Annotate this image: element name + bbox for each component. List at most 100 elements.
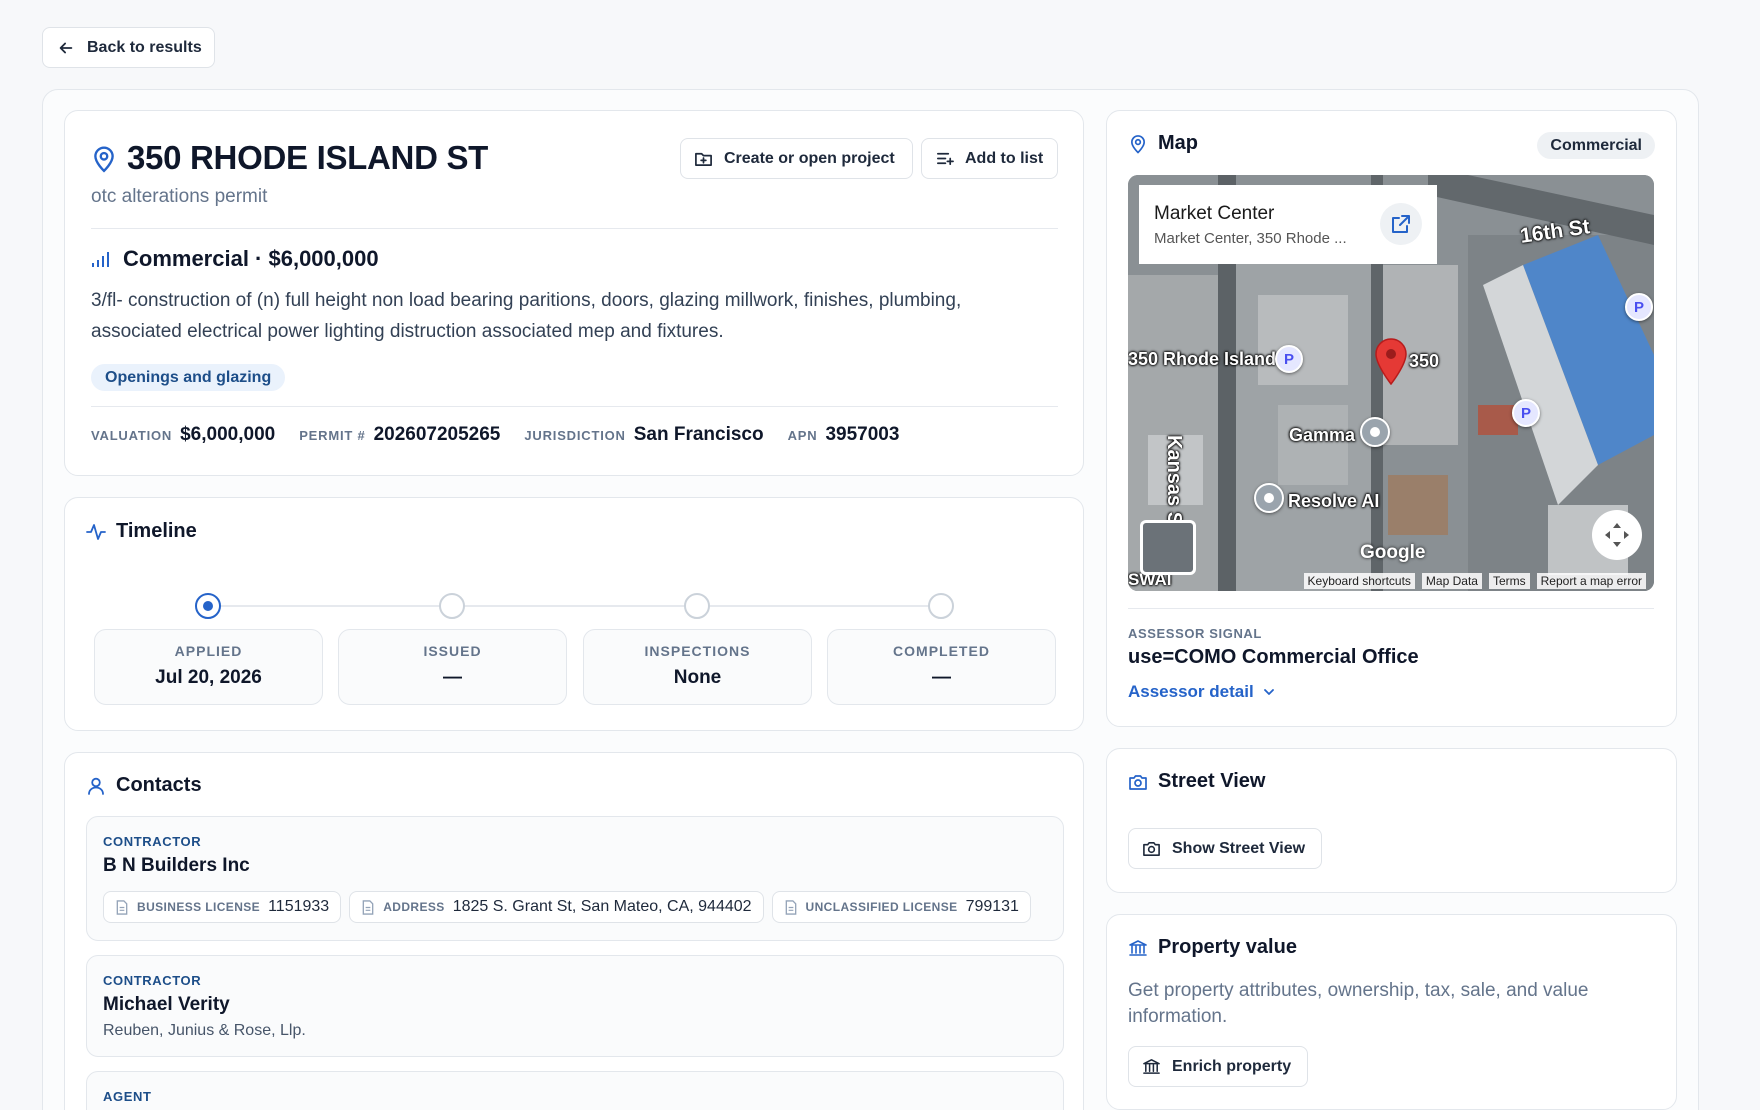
contact-name: Michael Verity	[103, 994, 230, 1015]
assessor-detail-toggle[interactable]: Assessor detail	[1128, 682, 1276, 702]
step-issued: ISSUED —	[338, 629, 567, 705]
property-value-title: Property value	[1158, 936, 1297, 958]
camera-control-button[interactable]	[1592, 510, 1642, 560]
fact-permit-number: PERMIT # 202607205265	[299, 424, 500, 446]
place-label: Resolve AI	[1288, 491, 1380, 511]
activity-icon	[86, 523, 106, 540]
step-value: Jul 20, 2026	[155, 667, 262, 688]
contact-company: Reuben, Junius & Rose, Llp.	[103, 1022, 306, 1039]
timeline-card: Timeline APPLIED Jul 20, 2026 ISSUED — I…	[64, 497, 1084, 731]
permit-type: otc alterations permit	[91, 186, 268, 207]
chip-label: ADDRESS	[383, 900, 445, 914]
fact-value: $6,000,000	[180, 424, 276, 445]
contact-role: AGENT	[103, 1089, 152, 1104]
place-card: Market Center Market Center, 350 Rhode .…	[1139, 185, 1437, 264]
terms-link[interactable]: Terms	[1488, 573, 1530, 589]
step-completed: COMPLETED —	[827, 629, 1056, 705]
fact-value: 202607205265	[373, 424, 501, 445]
unclassified-license-chip: UNCLASSIFIED LICENSE 799131	[771, 891, 1031, 923]
fact-value: 3957003	[825, 424, 900, 445]
back-label: Back to results	[87, 38, 202, 56]
chip-value: 799131	[965, 898, 1019, 915]
fact-label: PERMIT #	[299, 428, 366, 443]
contacts-card: Contacts CONTRACTOR B N Builders Inc BUS…	[64, 752, 1084, 1110]
contact-card[interactable]: CONTRACTOR B N Builders Inc BUSINESS LIC…	[86, 816, 1064, 941]
classification-line: Commercial · $6,000,000	[91, 246, 379, 272]
document-icon	[116, 899, 128, 915]
place-label: 350	[1409, 351, 1440, 371]
place-marker-icon[interactable]	[1360, 417, 1390, 447]
assessor-label: ASSESSOR SIGNAL	[1128, 626, 1262, 641]
contact-details: BUSINESS LICENSE 1151933 ADDRESS 1825 S.…	[103, 891, 1031, 923]
open-in-maps-button[interactable]	[1380, 203, 1422, 245]
place-marker-icon[interactable]	[1254, 483, 1284, 513]
create-project-button[interactable]: Create or open project	[680, 138, 913, 179]
step-marker-issued	[439, 593, 465, 619]
permit-summary-card: 350 RHODE ISLAND ST otc alterations perm…	[64, 110, 1084, 476]
signal-bars-icon	[92, 252, 109, 267]
scope-tag: Openings and glazing	[91, 364, 286, 391]
keyboard-shortcuts-link[interactable]: Keyboard shortcuts	[1303, 573, 1415, 589]
map-type-toggle[interactable]	[1140, 520, 1196, 575]
classification-text: Commercial · $6,000,000	[123, 246, 379, 271]
business-license-chip: BUSINESS LICENSE 1151933	[103, 891, 342, 923]
street-view-title: Street View	[1158, 770, 1266, 792]
contact-role: CONTRACTOR	[103, 973, 202, 988]
chip-label: UNCLASSIFIED LICENSE	[805, 900, 958, 914]
show-street-view-button[interactable]: Show Street View	[1128, 828, 1322, 869]
map-pin-icon[interactable]	[1374, 337, 1408, 385]
chevron-down-icon	[1263, 689, 1274, 695]
location-pin-icon	[1130, 134, 1146, 154]
map-data-link[interactable]: Map Data	[1421, 573, 1482, 589]
map-title: Map	[1158, 132, 1198, 154]
contacts-header: Contacts	[86, 774, 202, 797]
parking-icon[interactable]: P	[1275, 345, 1303, 373]
report-error-link[interactable]: Report a map error	[1536, 573, 1646, 589]
satellite-map[interactable]: Market Center Market Center, 350 Rhode .…	[1128, 175, 1654, 591]
document-icon	[362, 899, 374, 915]
step-value: None	[673, 667, 722, 688]
fact-value: San Francisco	[633, 424, 764, 445]
step-applied: APPLIED Jul 20, 2026	[94, 629, 323, 705]
move-arrows-icon	[1605, 523, 1629, 547]
fact-label: APN	[787, 428, 818, 443]
location-pin-icon	[94, 146, 114, 173]
parking-icon[interactable]: P	[1625, 293, 1653, 321]
folder-plus-icon	[695, 152, 712, 167]
step-inspections: INSPECTIONS None	[583, 629, 812, 705]
street-view-card: Street View Show Street View	[1106, 748, 1677, 893]
parking-icon[interactable]: P	[1512, 399, 1540, 427]
divider	[91, 406, 1058, 407]
back-to-results-button[interactable]: Back to results	[42, 27, 215, 68]
contact-card[interactable]: CONTRACTOR Michael Verity Reuben, Junius…	[86, 955, 1064, 1057]
chip-label: BUSINESS LICENSE	[137, 900, 261, 914]
step-label: INSPECTIONS	[644, 643, 751, 659]
timeline-track	[208, 605, 938, 607]
step-label: COMPLETED	[893, 643, 990, 659]
divider	[91, 228, 1058, 229]
external-link-icon	[1392, 215, 1410, 233]
property-value-description: Get property attributes, ownership, tax,…	[1128, 980, 1589, 1027]
bank-icon	[1143, 1059, 1160, 1074]
contact-card[interactable]: AGENT	[86, 1071, 1064, 1110]
arrow-left-icon	[59, 42, 73, 53]
property-value-header: Property value	[1128, 936, 1297, 959]
fact-jurisdiction: JURISDICTION San Francisco	[524, 424, 763, 446]
street-label: 350 Rhode Island	[1128, 349, 1277, 369]
create-project-label: Create or open project	[724, 149, 895, 167]
enrich-property-button[interactable]: Enrich property	[1128, 1046, 1308, 1087]
add-to-list-button[interactable]: Add to list	[921, 138, 1058, 179]
map-header: Map	[1128, 132, 1198, 155]
step-marker-completed	[928, 593, 954, 619]
place-subtitle: Market Center, 350 Rhode ...	[1154, 230, 1347, 247]
chip-value: 1825 S. Grant St, San Mateo, CA, 944402	[452, 898, 752, 915]
address-chip: ADDRESS 1825 S. Grant St, San Mateo, CA,…	[349, 891, 764, 923]
step-label: APPLIED	[174, 643, 243, 659]
permit-description: 3/fl- construction of (n) full height no…	[91, 290, 962, 342]
street-label: Kansas St	[1163, 435, 1185, 532]
classification-badge: Commercial	[1537, 132, 1655, 159]
timeline-header: Timeline	[86, 520, 197, 543]
assessor-detail-label: Assessor detail	[1128, 682, 1254, 701]
camera-icon	[1129, 774, 1147, 790]
list-add-icon	[936, 152, 954, 166]
